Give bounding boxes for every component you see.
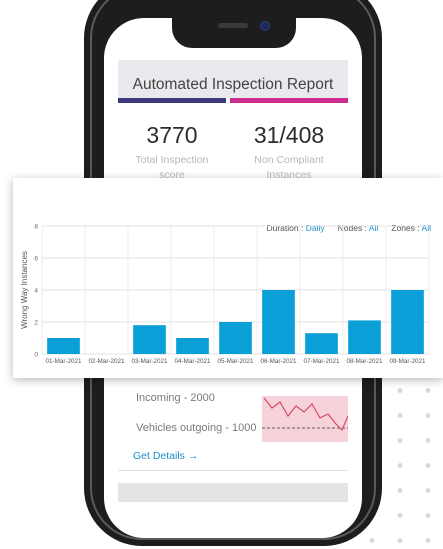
accent-bar-magenta [230,98,348,103]
x-tick-label: 01-Mar-2021 [45,358,82,365]
stat-value: 31/408 [253,122,325,148]
bar [133,325,166,354]
speaker [218,23,248,28]
y-axis-label: Wrong Way Instances [20,251,29,329]
x-tick-label: 09-Mar-2021 [389,358,426,365]
x-tick-label: 08-Mar-2021 [346,358,383,365]
y-tick-label: 4 [34,288,38,295]
bar [305,333,338,354]
x-tick-label: 07-Mar-2021 [303,358,340,365]
bar [348,320,381,354]
x-tick-label: 04-Mar-2021 [174,358,211,365]
bar [47,338,80,354]
camera [260,21,270,31]
stat-non-compliant: 31/408 Non Compliant Instances [232,122,346,183]
chart-card: Duration : Daily Nodes : All Zones : All… [13,178,443,378]
x-tick-label: 06-Mar-2021 [260,358,297,365]
bar [262,290,295,354]
bar [219,322,252,354]
y-tick-label: 6 [34,256,38,263]
y-tick-label: 2 [34,320,38,327]
phone-notch [172,12,296,48]
accent-bar-purple [118,98,226,103]
y-tick-label: 0 [34,352,38,359]
outgoing-count: Vehicles outgoing - 1000 [136,422,257,434]
x-tick-label: 05-Mar-2021 [217,358,254,365]
stat-value: 3770 [146,122,198,148]
sparkline-chart [262,396,348,442]
bar [391,290,424,354]
placeholder-bar [118,483,348,502]
incoming-count: Incoming - 2000 [136,392,215,404]
bar [176,338,209,354]
bar-chart: 0 2 4 6 8 Wrong Way Instances 01-Mar-2021 02-Ma… [20,224,430,365]
stat-inspection-score: 3770 Total Inspection score [120,122,224,183]
y-tick-label: 8 [34,224,38,231]
x-tick-label: 02-Mar-2021 [88,358,125,365]
report-title: Automated Inspection Report [118,60,348,98]
divider [118,470,348,471]
x-tick-label: 03-Mar-2021 [131,358,168,365]
get-details-link[interactable]: Get Details → [133,450,198,462]
